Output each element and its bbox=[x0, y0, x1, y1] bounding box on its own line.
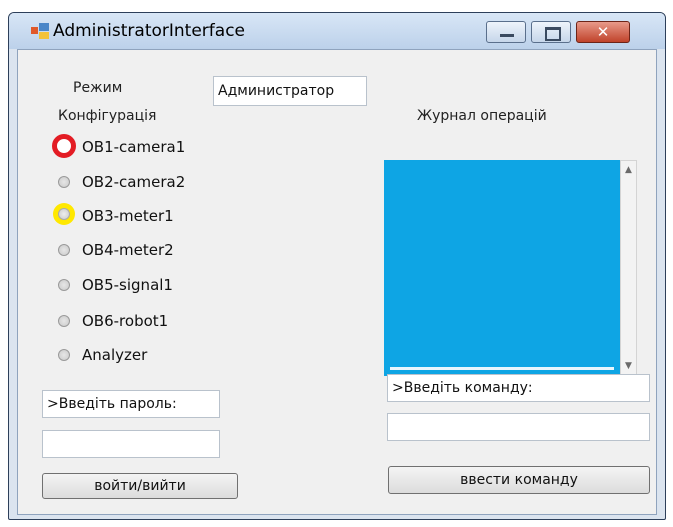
radio-highlight-red bbox=[52, 134, 76, 158]
radio-label: Analyzer bbox=[82, 346, 148, 364]
client-area: Режим Администратор Конфігурація OB1-cam… bbox=[17, 49, 657, 515]
close-icon: ✕ bbox=[596, 23, 610, 41]
app-icon bbox=[31, 23, 49, 39]
radio-label: OB5-signal1 bbox=[82, 276, 173, 294]
scroll-up-icon[interactable]: ▲ bbox=[621, 163, 636, 177]
password-prompt: >Введіть пароль: bbox=[42, 390, 220, 418]
title-bar[interactable]: AdministratorInterface ✕ bbox=[9, 13, 665, 49]
command-prompt: >Введіть команду: bbox=[387, 374, 650, 402]
password-input[interactable] bbox=[42, 430, 220, 458]
scroll-down-icon[interactable]: ▼ bbox=[621, 359, 636, 373]
radio-highlight-yellow bbox=[53, 203, 75, 225]
radio-label: OB2-camera2 bbox=[82, 173, 186, 191]
app-window: AdministratorInterface ✕ Режим Администр… bbox=[8, 12, 666, 520]
mode-label: Режим bbox=[73, 80, 123, 96]
radio-button[interactable] bbox=[58, 349, 70, 361]
config-label: Конфігурація bbox=[58, 108, 157, 124]
log-scrollbar[interactable]: ▲ ▼ bbox=[620, 160, 637, 376]
operations-log[interactable]: ▲ ▼ bbox=[384, 160, 651, 376]
log-content bbox=[384, 160, 620, 376]
radio-label: OB4-meter2 bbox=[82, 241, 174, 259]
close-button[interactable]: ✕ bbox=[576, 21, 630, 43]
window-title: AdministratorInterface bbox=[53, 21, 245, 41]
radio-button[interactable] bbox=[58, 176, 70, 188]
log-line bbox=[390, 367, 614, 370]
maximize-icon bbox=[545, 27, 561, 41]
mode-field[interactable]: Администратор bbox=[213, 76, 367, 106]
minimize-icon bbox=[500, 34, 514, 37]
minimize-button[interactable] bbox=[486, 21, 526, 43]
maximize-button[interactable] bbox=[531, 21, 571, 43]
login-logout-button[interactable]: войти/вийти bbox=[42, 473, 238, 499]
radio-button[interactable] bbox=[58, 315, 70, 327]
radio-button[interactable] bbox=[58, 244, 70, 256]
radio-label: OB1-camera1 bbox=[82, 138, 186, 156]
command-input[interactable] bbox=[387, 413, 650, 441]
radio-label: OB6-robot1 bbox=[82, 312, 169, 330]
log-label: Журнал операцій bbox=[417, 108, 547, 124]
radio-label: OB3-meter1 bbox=[82, 207, 174, 225]
radio-button[interactable] bbox=[58, 279, 70, 291]
submit-command-button[interactable]: ввести команду bbox=[388, 466, 650, 494]
